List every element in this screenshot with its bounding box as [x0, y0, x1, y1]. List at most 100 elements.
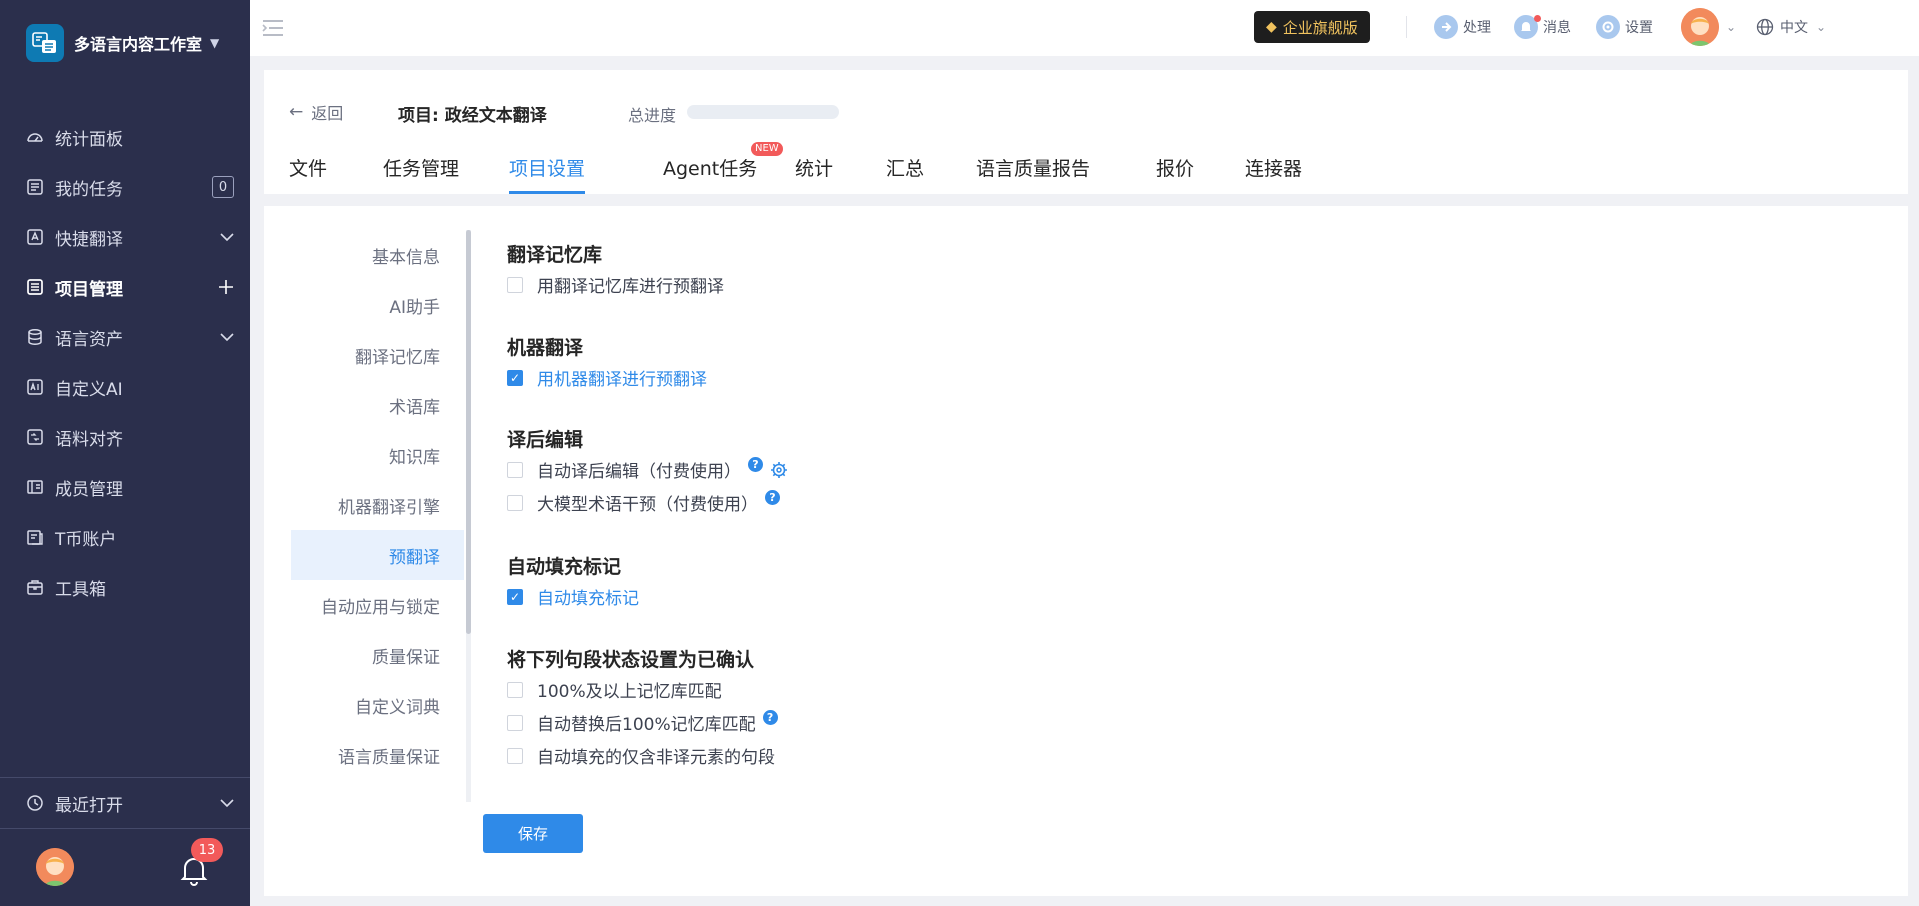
option-confirm-non-translatable[interactable]: 自动填充的仅含非译元素的句段	[507, 739, 1267, 772]
checkbox[interactable]	[507, 494, 523, 511]
scrollbar-thumb[interactable]	[466, 230, 471, 634]
section-machine-translation: 机器翻译 ✓ 用机器翻译进行预翻译	[507, 333, 1267, 394]
settings-nav-lqa[interactable]: 语言质量保证	[291, 730, 464, 780]
settings-nav-basic-info[interactable]: 基本信息	[291, 230, 464, 280]
save-button[interactable]: 保存	[483, 814, 583, 853]
tab-quality-report[interactable]: 语言质量报告	[976, 154, 1090, 194]
project-title: 项目: 政经文本翻译	[398, 106, 547, 126]
help-icon[interactable]: ?	[762, 710, 778, 725]
plus-icon[interactable]	[218, 279, 234, 295]
settings-nav-qa[interactable]: 质量保证	[291, 630, 464, 680]
sidebar-item-recent[interactable]: 最近打开	[0, 778, 250, 828]
top-bar: ◆ 企业旗舰版 处理 消息 设置 ⌄ 中文 ⌄	[250, 0, 1919, 56]
checkbox[interactable]	[507, 747, 523, 764]
help-icon[interactable]: ?	[748, 457, 763, 472]
settings-nav-auto-apply-lock[interactable]: 自动应用与锁定	[291, 580, 464, 630]
section-post-editing: 译后编辑 自动译后编辑（付费使用） ? 大模型术语干预（付费使用） ?	[507, 425, 1267, 519]
toolbox-icon	[24, 576, 46, 598]
sidebar-item-my-tasks[interactable]: 我的任务 0	[0, 162, 250, 212]
sidebar-item-label: 我的任务	[55, 179, 123, 200]
settings-nav-mt-engine[interactable]: 机器翻译引擎	[291, 480, 464, 530]
sidebar-item-custom-ai[interactable]: 自定义AI	[0, 362, 250, 412]
gear-icon	[1596, 15, 1620, 39]
process-button[interactable]: 处理	[1434, 13, 1491, 41]
option-confirm-auto-replace-100-match[interactable]: 自动替换后100%记忆库匹配 ?	[507, 706, 1267, 739]
sidebar-item-project-management[interactable]: 项目管理	[0, 262, 250, 312]
project-header: ← 返回 项目: 政经文本翻译 总进度 文件 任务管理 项目设置 Agent任务…	[264, 70, 1908, 194]
diamond-icon: ◆	[1266, 19, 1277, 35]
back-button[interactable]: ← 返回	[289, 100, 343, 124]
translate-icon	[24, 226, 46, 248]
settings-nav-pretranslation[interactable]: 预翻译	[291, 530, 464, 580]
settings-nav-ai-assistant[interactable]: AI助手	[291, 280, 464, 330]
tab-statistics[interactable]: 统计	[795, 154, 833, 194]
gear-icon[interactable]	[769, 460, 789, 480]
chevron-down-icon[interactable]: ⌄	[1726, 13, 1736, 41]
language-label: 中文	[1780, 20, 1808, 36]
sidebar: 多语言内容工作室 ▼ 统计面板 我的任务 0 快捷翻译 项目管理 语言资产 自定…	[0, 0, 250, 906]
enterprise-edition-button[interactable]: ◆ 企业旗舰版	[1254, 11, 1370, 43]
settings-nav-custom-dictionary[interactable]: 自定义词典	[291, 680, 464, 730]
checkbox[interactable]	[507, 276, 523, 293]
user-avatar[interactable]	[1681, 8, 1719, 46]
tab-project-settings[interactable]: 项目设置	[509, 154, 586, 194]
section-translation-memory: 翻译记忆库 用翻译记忆库进行预翻译	[507, 240, 1267, 301]
settings-nav: 基本信息 AI助手 翻译记忆库 术语库 知识库 机器翻译引擎 预翻译 自动应用与…	[291, 230, 464, 796]
tab-task-management[interactable]: 任务管理	[383, 154, 459, 194]
option-llm-term-intervention[interactable]: 大模型术语干预（付费使用） ?	[507, 486, 1267, 519]
option-auto-fill-tags[interactable]: ✓ 自动填充标记	[507, 580, 1267, 613]
menu-fold-icon[interactable]	[262, 18, 284, 40]
sidebar-item-tcoin-account[interactable]: T币账户	[0, 512, 250, 562]
section-auto-fill-tags: 自动填充标记 ✓ 自动填充标记	[507, 552, 1267, 613]
sidebar-item-label: 自定义AI	[55, 379, 123, 400]
messages-button[interactable]: 消息	[1514, 13, 1571, 41]
option-confirm-100-tm-match[interactable]: 100%及以上记忆库匹配	[507, 673, 1267, 706]
sidebar-divider	[0, 828, 250, 829]
checkbox-checked[interactable]: ✓	[507, 588, 523, 605]
option-mt-pretranslate[interactable]: ✓ 用机器翻译进行预翻译	[507, 361, 1267, 394]
settings-nav-knowledge-base[interactable]: 知识库	[291, 430, 464, 480]
members-icon	[24, 476, 46, 498]
notification-badge: 13	[191, 838, 223, 862]
help-icon[interactable]: ?	[765, 490, 780, 505]
progress-label: 总进度	[628, 106, 677, 125]
sidebar-item-quick-translate[interactable]: 快捷翻译	[0, 212, 250, 262]
option-label: 自动译后编辑（付费使用）	[537, 462, 741, 482]
settings-nav-scrollbar[interactable]	[466, 230, 471, 802]
settings-nav-translation-memory[interactable]: 翻译记忆库	[291, 330, 464, 380]
enterprise-label: 企业旗舰版	[1282, 18, 1358, 37]
sidebar-item-corpus-alignment[interactable]: 语料对齐	[0, 412, 250, 462]
settings-nav-termbase[interactable]: 术语库	[291, 380, 464, 430]
sidebar-item-label: 语言资产	[55, 329, 123, 350]
tab-files[interactable]: 文件	[289, 154, 327, 194]
sidebar-item-members[interactable]: 成员管理	[0, 462, 250, 512]
user-avatar[interactable]	[36, 848, 74, 886]
workspace-switcher[interactable]: 多语言内容工作室 ▼	[0, 0, 250, 86]
checkbox[interactable]	[507, 714, 523, 731]
sidebar-item-dashboard[interactable]: 统计面板	[0, 112, 250, 162]
sidebar-item-toolbox[interactable]: 工具箱	[0, 562, 250, 612]
tab-connectors[interactable]: 连接器	[1245, 154, 1302, 194]
sidebar-item-language-assets[interactable]: 语言资产	[0, 312, 250, 362]
history-icon	[24, 792, 46, 814]
gauge-icon	[24, 126, 46, 148]
tab-agent-tasks[interactable]: Agent任务 NEW	[663, 142, 783, 194]
workspace-logo-icon	[26, 24, 64, 62]
tab-summary[interactable]: 汇总	[886, 154, 924, 194]
wallet-icon	[24, 526, 46, 548]
option-tm-pretranslate[interactable]: 用翻译记忆库进行预翻译	[507, 268, 1267, 301]
option-auto-post-edit[interactable]: 自动译后编辑（付费使用） ?	[507, 453, 1267, 486]
checkbox[interactable]	[507, 461, 523, 478]
task-list-icon	[24, 176, 46, 198]
task-count-badge: 0	[212, 176, 234, 198]
tab-quote[interactable]: 报价	[1156, 154, 1194, 194]
sidebar-item-label: 统计面板	[55, 129, 123, 150]
checkbox[interactable]	[507, 681, 523, 698]
section-title: 将下列句段状态设置为已确认	[507, 649, 755, 671]
checkbox-checked[interactable]: ✓	[507, 369, 523, 386]
sidebar-item-label: 工具箱	[55, 579, 106, 600]
language-switcher[interactable]: 中文 ⌄	[1756, 13, 1826, 41]
settings-button[interactable]: 设置	[1596, 13, 1653, 41]
arrow-right-icon	[1434, 15, 1458, 39]
settings-label: 设置	[1625, 20, 1653, 36]
